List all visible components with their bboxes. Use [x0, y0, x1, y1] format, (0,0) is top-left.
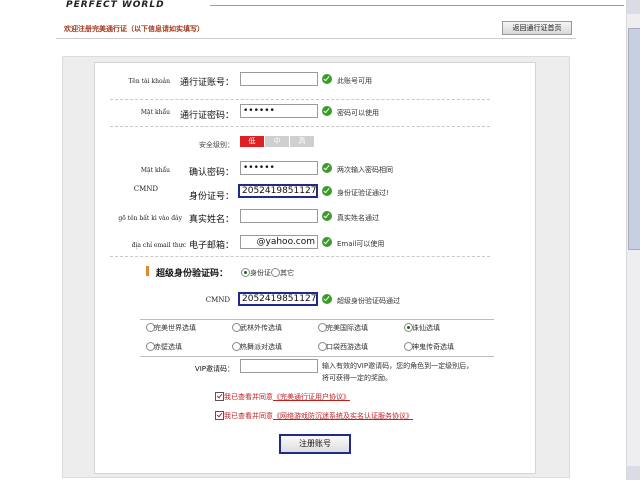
back-home-button[interactable]: 返回通行证首页	[502, 21, 572, 35]
server-option-6: 热舞派对选填	[240, 343, 282, 351]
scroll-up-arrow-icon[interactable]	[627, 0, 640, 14]
security-level-low: 低	[240, 136, 264, 147]
brand-logo: PERFECT WORLD	[66, 0, 165, 10]
header-divider	[56, 38, 576, 39]
real-name-input[interactable]	[240, 209, 318, 223]
divider	[110, 126, 490, 127]
page-header: 欢迎注册完美通行证（以下信息请如实填写） 返回通行证首页	[56, 18, 576, 38]
server-option-2: 武林外传选填	[240, 324, 282, 332]
account-label: 通行证账号：	[179, 78, 234, 88]
id-card-check-icon	[322, 186, 332, 196]
agreement-2: 我已查看并同意《网络游戏防沉迷系统及实名认证服务协议》	[224, 411, 413, 421]
divider	[110, 256, 490, 257]
super-id-input[interactable]: 20524198511271452	[238, 292, 318, 306]
confirm-password-label: 确认密码：	[188, 168, 234, 178]
vip-code-label: VIP邀请码：	[194, 365, 234, 373]
agreement-1-prefix: 我已查看并同意	[224, 393, 273, 401]
security-level-meter: 低 中 高	[240, 136, 315, 147]
account-hint: 此账号可用	[337, 77, 372, 85]
agreement-2-link[interactable]: 《网络游戏防沉迷系统及实名认证服务协议》	[273, 412, 413, 420]
security-level-medium: 中	[265, 136, 289, 147]
vip-hint-line2: 将可获得一定的奖励。	[322, 374, 392, 382]
super-id-radio-other[interactable]	[271, 268, 280, 277]
password-label: 通行证密码：	[179, 111, 234, 121]
server-option-1: 完美世界选填	[154, 324, 196, 332]
super-id-viet-note: CMND	[205, 296, 230, 304]
real-name-label: 真实姓名：	[188, 215, 234, 225]
email-label: 电子邮箱：	[188, 241, 234, 251]
email-check-icon	[322, 237, 332, 247]
real-name-viet-note: gõ tên bất kì vào đây	[118, 215, 182, 222]
super-id-option-idcard: 身份证	[250, 269, 271, 277]
agree-checkbox-2[interactable]	[215, 411, 224, 420]
agreement-1-link[interactable]: 《完美通行证用户协议》	[273, 393, 350, 401]
scrollbar-thumb[interactable]	[628, 28, 640, 250]
server-option-8: 神鬼传奇选填	[412, 343, 454, 351]
id-viet-note: CMND	[133, 185, 158, 193]
page-title: 欢迎注册完美通行证（以下信息请如实填写）	[64, 25, 204, 33]
confirm-viet-note: Mật khẩu	[140, 167, 170, 174]
top-rule	[210, 5, 624, 6]
id-card-input[interactable]: 20524198511271452	[238, 184, 318, 198]
server-option-3: 完美国际选填	[326, 324, 368, 332]
super-id-check-icon	[322, 294, 332, 304]
vip-code-input[interactable]	[240, 359, 318, 373]
confirm-hint: 两次输入密码相同	[337, 166, 393, 174]
section-marker	[146, 266, 149, 276]
account-input[interactable]	[240, 72, 318, 86]
password-hint: 密码可以使用	[337, 109, 379, 117]
agree-checkbox-1[interactable]	[215, 392, 224, 401]
divider	[110, 99, 490, 100]
confirm-password-input[interactable]: ••••••	[240, 161, 318, 175]
account-viet-note: Tên tài khoản	[128, 78, 170, 85]
agreement-2-prefix: 我已查看并同意	[224, 412, 273, 420]
super-id-radio-idcard[interactable]	[241, 268, 250, 277]
agreement-1: 我已查看并同意《完美通行证用户协议》	[224, 392, 350, 402]
register-button[interactable]: 注册账号	[279, 434, 351, 454]
password-input[interactable]: ••••••	[240, 104, 318, 118]
real-name-check-icon	[322, 211, 332, 221]
email-input[interactable]: @yahoo.com	[240, 235, 318, 249]
email-hint: Email可以使用	[337, 240, 385, 248]
confirm-check-icon	[322, 163, 332, 173]
security-level-high: 高	[290, 136, 314, 147]
super-id-title: 超级身份验证码：	[156, 269, 229, 279]
password-check-icon	[322, 106, 332, 116]
real-name-hint: 真实姓名通过	[337, 214, 379, 222]
super-id-option-other: 其它	[280, 269, 294, 277]
email-viet-note: địa chỉ email thực	[131, 242, 186, 249]
password-viet-note: Mật khẩu	[140, 109, 170, 116]
scroll-down-arrow-icon[interactable]	[627, 466, 640, 480]
server-option-4: 诛仙选填	[412, 324, 440, 332]
account-check-icon	[322, 74, 332, 84]
security-level-label: 安全级别：	[199, 141, 234, 149]
id-card-hint: 身份证验证通过!	[337, 189, 389, 197]
super-id-hint: 超级身份验证码通过	[337, 297, 400, 305]
vip-hint-line1: 输入有效的VIP邀请码，您的角色到一定级别后，	[322, 362, 474, 370]
server-option-5: 赤壁选填	[154, 343, 182, 351]
id-card-label: 身份证号：	[188, 192, 234, 202]
server-option-7: 口袋西游选填	[326, 343, 368, 351]
